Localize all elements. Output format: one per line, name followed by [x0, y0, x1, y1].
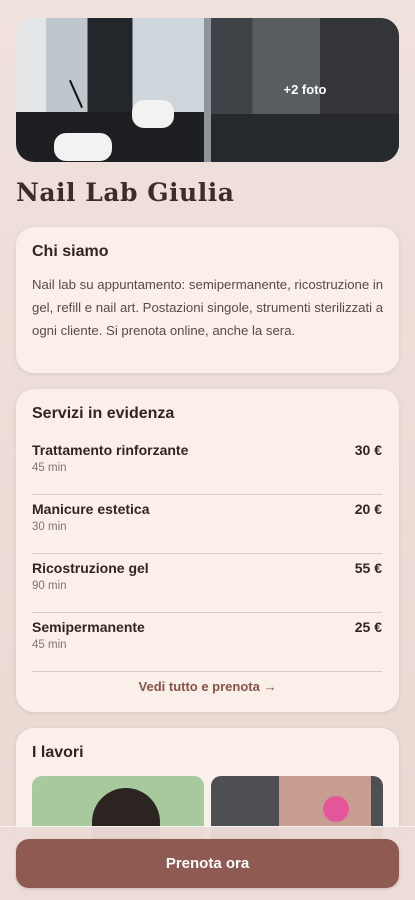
services-heading: Servizi in evidenza	[32, 405, 175, 422]
about-text: Nail lab su appuntamento: semipermanente…	[32, 277, 384, 338]
service-duration: 45 min	[32, 639, 67, 651]
service-price: 20 €	[354, 501, 382, 517]
services-card: Servizi in evidenza Trattamento rinforza…	[16, 389, 399, 712]
salon-page: +2 foto Nail Lab Giulia Chi siamo Nail l…	[0, 0, 415, 900]
salon-chair-image	[132, 100, 174, 128]
service-duration: 30 min	[32, 521, 67, 533]
about-card: Chi siamo Nail lab su appuntamento: semi…	[16, 227, 399, 373]
service-price: 30 €	[354, 442, 382, 458]
service-name: Semipermanente	[32, 619, 145, 635]
service-item[interactable]: Ricostruzione gel 90 min 55 €	[32, 554, 382, 613]
service-price: 55 €	[354, 560, 382, 576]
service-item[interactable]: Semipermanente 45 min 25 €	[32, 613, 382, 672]
about-heading: Chi siamo	[32, 243, 109, 260]
desk-lamp-image	[68, 79, 84, 109]
service-name: Manicure estetica	[32, 501, 150, 517]
service-duration: 45 min	[32, 462, 67, 474]
service-item[interactable]: Manicure estetica 30 min 20 €	[32, 495, 382, 554]
salon-photo-main[interactable]	[16, 18, 204, 162]
book-now-button[interactable]: Prenota ora	[16, 839, 399, 888]
salon-chair-image	[54, 133, 112, 161]
photo-gallery[interactable]: +2 foto	[16, 18, 399, 162]
page-title: Nail Lab Giulia	[16, 178, 235, 207]
service-item[interactable]: Trattamento rinforzante 45 min 30 €	[32, 436, 382, 495]
more-photos-label: +2 foto	[283, 82, 327, 97]
works-heading: I lavori	[32, 744, 84, 761]
gallery-divider	[204, 18, 211, 162]
service-price: 25 €	[354, 619, 382, 635]
salon-photo-more[interactable]: +2 foto	[211, 18, 399, 162]
see-all-link[interactable]: Vedi tutto e prenota →	[16, 679, 399, 694]
service-name: Trattamento rinforzante	[32, 442, 189, 458]
service-name: Ricostruzione gel	[32, 560, 149, 576]
service-duration: 90 min	[32, 580, 67, 592]
